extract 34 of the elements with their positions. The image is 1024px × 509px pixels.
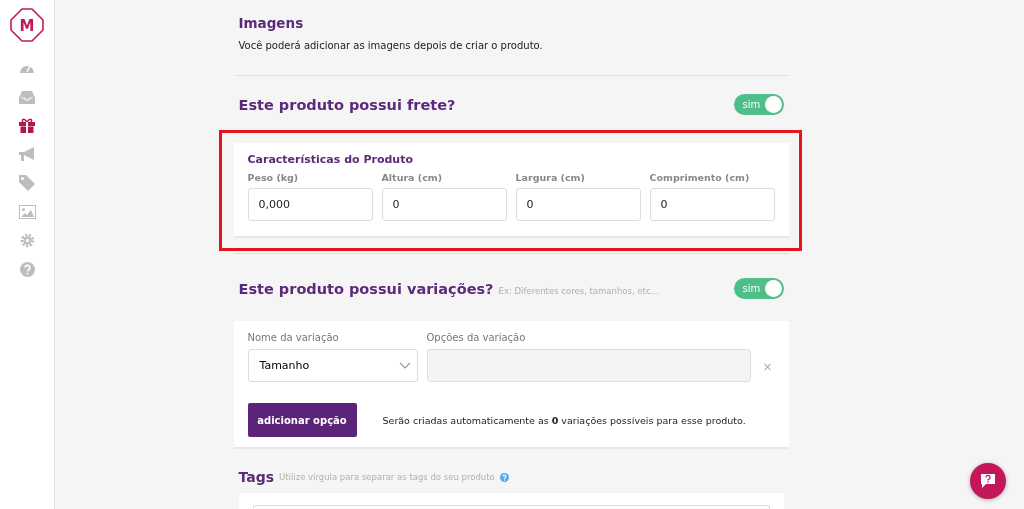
field-label: Largura (cm) [515, 172, 586, 183]
field-label: Altura (cm) [381, 172, 444, 183]
field-label: Peso (kg) [247, 172, 300, 183]
input-field[interactable]: 0 [649, 188, 775, 221]
images-note: Você poderá adicionar as imagens depois de criar o produto. [238, 40, 544, 51]
input-field[interactable]: 0,000 [247, 188, 373, 221]
variation-select[interactable]: Tamanho [247, 349, 418, 382]
input-field[interactable]: 0 [381, 188, 507, 221]
input-field[interactable] [426, 349, 752, 382]
field-label: Opções da variação [426, 332, 527, 343]
image-icon[interactable] [18, 204, 36, 219]
tag-icon[interactable] [19, 175, 35, 192]
card-title: Características do Produto [247, 153, 414, 166]
chevron-icon [398, 362, 411, 369]
variations-summary: Serão criadas automaticamente as 0 variações possíveis para esse produto. [382, 414, 746, 426]
section-hint: Utilize vírgula para separar as tags do seu produto [279, 472, 495, 482]
section-title: Este produto possui frete? [238, 96, 456, 113]
help-icon[interactable] [19, 261, 35, 277]
help-chat-button[interactable] [970, 463, 1006, 499]
input-field[interactable]: 0 [515, 188, 641, 221]
chat-icon [980, 473, 996, 489]
help-icon[interactable] [499, 472, 509, 482]
section-title: Este produto possui variações? [238, 280, 494, 297]
inbox-icon[interactable] [19, 90, 35, 104]
settings-icon[interactable] [19, 232, 35, 248]
section-hint: Ex: Diferentes cores, tamanhos, etc... [498, 285, 659, 296]
add-option-button[interactable]: adicionar opção [247, 403, 357, 437]
section-title: Imagens [238, 15, 305, 31]
megaphone-icon[interactable] [18, 146, 36, 162]
field-label: Comprimento (cm) [649, 172, 751, 183]
logo-icon[interactable]: M [10, 8, 44, 42]
gift-icon[interactable] [19, 118, 35, 134]
section-title: Tags [238, 469, 275, 485]
field-label: Nome da variação [247, 332, 340, 343]
